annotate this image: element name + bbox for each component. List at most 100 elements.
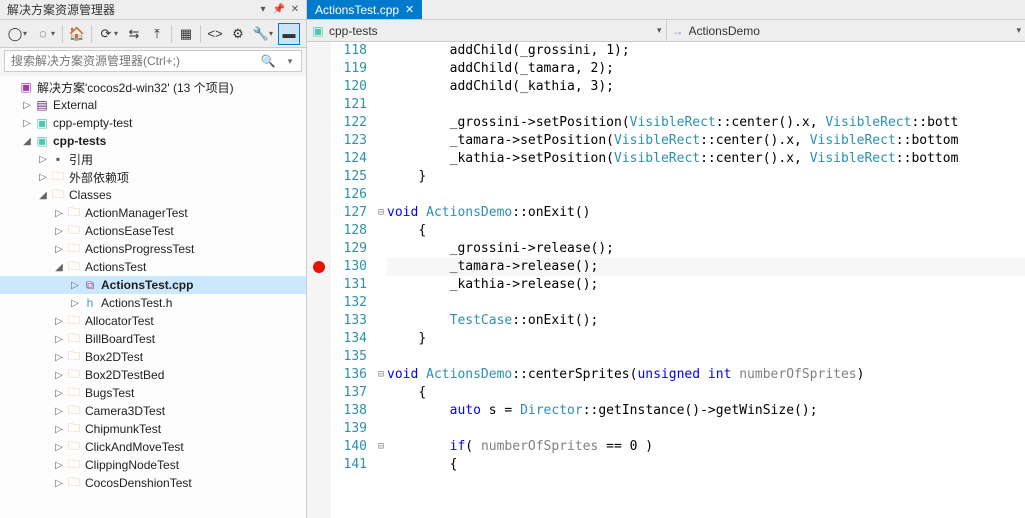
expander-icon[interactable]: ▷ (52, 226, 66, 237)
close-tab-icon[interactable]: ✕ (405, 3, 414, 16)
folder-icon: 🗀 (66, 349, 82, 365)
nav-scope-dropdown[interactable]: ▣ cpp-tests ▾ (307, 20, 667, 41)
expander-icon[interactable]: ▷ (52, 208, 66, 219)
expander-icon[interactable]: ▷ (52, 244, 66, 255)
folder-icon: 🗀 (66, 421, 82, 437)
breakpoint-icon[interactable] (313, 261, 325, 273)
file-actions-cpp[interactable]: ▷⧉ActionsTest.cpp (0, 276, 306, 294)
expander-icon[interactable]: ▷ (52, 424, 66, 435)
expander-icon[interactable]: ▷ (36, 172, 50, 183)
line-number-gutter: 1181191201211221231241251261271281291301… (331, 42, 375, 518)
tree-label: External (53, 98, 97, 112)
expander-icon[interactable]: ▷ (20, 100, 34, 111)
folder-BugsTest[interactable]: ▷🗀BugsTest (0, 384, 306, 402)
folder-Box2DTest[interactable]: ▷🗀Box2DTest (0, 348, 306, 366)
folder-ActionsEaseTest[interactable]: ▷🗀ActionsEaseTest (0, 222, 306, 240)
expander-icon[interactable]: ▷ (52, 442, 66, 453)
collapse-button[interactable]: ⤒ (146, 23, 168, 45)
show-all-button[interactable]: ▦ (175, 23, 197, 45)
nav-bar: ▣ cpp-tests ▾ → ActionsDemo ▾ (307, 20, 1025, 42)
project-empty[interactable]: ▷▣cpp-empty-test (0, 114, 306, 132)
search-input[interactable] (5, 51, 257, 71)
folder-ActionsProgressTest[interactable]: ▷🗀ActionsProgressTest (0, 240, 306, 258)
folder-icon: 🗀 (66, 475, 82, 491)
folder-ClippingNodeTest[interactable]: ▷🗀ClippingNodeTest (0, 456, 306, 474)
tab-actions-test[interactable]: ActionsTest.cpp ✕ (307, 0, 422, 19)
expander-icon[interactable]: ▷ (52, 388, 66, 399)
solution-tree[interactable]: ▣解决方案'cocos2d-win32' (13 个项目)▷▤External▷… (0, 76, 306, 518)
extdep-node[interactable]: ▷🗀外部依赖项 (0, 168, 306, 186)
fwd-dropdown[interactable]: ▾ (51, 29, 59, 38)
refresh-dd[interactable]: ▾ (114, 29, 122, 38)
expander-icon[interactable]: ▷ (68, 298, 82, 309)
folder-Box2DTestBed[interactable]: ▷🗀Box2DTestBed (0, 366, 306, 384)
mode-button[interactable]: ▬ (278, 23, 300, 45)
close-panel-icon[interactable]: ✕ (288, 3, 302, 17)
expander-icon[interactable]: ◢ (20, 136, 34, 147)
properties-button[interactable]: <> (204, 23, 226, 45)
preview-button[interactable]: ⚙ (227, 23, 249, 45)
cpp-icon: ⧉ (82, 277, 98, 293)
external-node[interactable]: ▷▤External (0, 96, 306, 114)
home-button[interactable]: 🏠 (66, 23, 88, 45)
expander-icon[interactable]: ◢ (36, 190, 50, 201)
tree-label: ChipmunkTest (85, 422, 161, 436)
tree-label: ClippingNodeTest (85, 458, 179, 472)
solution-explorer-panel: 解决方案资源管理器 ▾ 📌 ✕ ◯▾ ◌▾ 🏠 ⟳▾ ⇆ ⤒ ▦ <> ⚙ 🔧▾… (0, 0, 307, 518)
folder-AllocatorTest[interactable]: ▷🗀AllocatorTest (0, 312, 306, 330)
folder-ChipmunkTest[interactable]: ▷🗀ChipmunkTest (0, 420, 306, 438)
expander-icon[interactable]: ◢ (52, 262, 66, 273)
panel-toolbar: ◯▾ ◌▾ 🏠 ⟳▾ ⇆ ⤒ ▦ <> ⚙ 🔧▾ ▬ (0, 20, 306, 48)
tree-label: Camera3DTest (85, 404, 165, 418)
folder-Camera3DTest[interactable]: ▷🗀Camera3DTest (0, 402, 306, 420)
folder-icon: 🗀 (66, 385, 82, 401)
folder-icon: 🗀 (66, 259, 82, 275)
expander-icon[interactable]: ▷ (52, 478, 66, 489)
panel-menu-icon[interactable]: ▾ (256, 3, 270, 17)
folder-ClickAndMoveTest[interactable]: ▷🗀ClickAndMoveTest (0, 438, 306, 456)
nav-member-dropdown[interactable]: → ActionsDemo ▾ (667, 20, 1025, 41)
folder-ActionsTest[interactable]: ◢🗀ActionsTest (0, 258, 306, 276)
code-editor[interactable]: 1181191201211221231241251261271281291301… (307, 42, 1025, 518)
folder-icon: 🗀 (66, 205, 82, 221)
expander-icon[interactable]: ▷ (52, 460, 66, 471)
folder-ActionManagerTest[interactable]: ▷🗀ActionManagerTest (0, 204, 306, 222)
tree-label: ActionsProgressTest (85, 242, 194, 256)
project-tests[interactable]: ◢▣cpp-tests (0, 132, 306, 150)
tree-label: ActionsEaseTest (85, 224, 174, 238)
outline-gutter[interactable]: ⊟⊟⊟ (375, 42, 387, 518)
solution-node[interactable]: ▣解决方案'cocos2d-win32' (13 个项目) (0, 78, 306, 96)
expander-icon[interactable]: ▷ (20, 118, 34, 129)
tab-bar: ActionsTest.cpp ✕ (307, 0, 1025, 20)
ext-icon: ▤ (34, 97, 50, 113)
search-dd-icon[interactable]: ▾ (279, 51, 301, 71)
file-actions-h[interactable]: ▷hActionsTest.h (0, 294, 306, 312)
search-icon[interactable]: 🔍 (257, 51, 279, 71)
folder-icon: 🗀 (66, 241, 82, 257)
references-node[interactable]: ▷▪引用 (0, 150, 306, 168)
expander-icon[interactable]: ▷ (52, 316, 66, 327)
folder-CocosDenshionTest[interactable]: ▷🗀CocosDenshionTest (0, 474, 306, 492)
chevron-down-icon: ▾ (657, 25, 662, 36)
pin-icon[interactable]: 📌 (272, 3, 286, 17)
tree-label: ActionManagerTest (85, 206, 188, 220)
tree-label: ActionsTest (85, 260, 146, 274)
folder-icon: 🗀 (66, 313, 82, 329)
tree-label: ActionsTest.cpp (101, 278, 193, 292)
expander-icon[interactable]: ▷ (52, 352, 66, 363)
editor-panel: ActionsTest.cpp ✕ ▣ cpp-tests ▾ → Action… (307, 0, 1025, 518)
expander-icon[interactable]: ▷ (52, 370, 66, 381)
sync-button[interactable]: ⇆ (123, 23, 145, 45)
tree-label: ClickAndMoveTest (85, 440, 184, 454)
wrench-dd[interactable]: ▾ (269, 29, 277, 38)
tree-label: BillBoardTest (85, 332, 155, 346)
breakpoint-gutter[interactable] (307, 42, 331, 518)
expander-icon[interactable]: ▷ (52, 406, 66, 417)
code-area[interactable]: addChild(_grossini, 1); addChild(_tamara… (387, 42, 1025, 518)
expander-icon[interactable]: ▷ (52, 334, 66, 345)
folder-BillBoardTest[interactable]: ▷🗀BillBoardTest (0, 330, 306, 348)
expander-icon[interactable]: ▷ (36, 154, 50, 165)
back-dropdown[interactable]: ▾ (23, 29, 31, 38)
classes-folder[interactable]: ◢🗀Classes (0, 186, 306, 204)
expander-icon[interactable]: ▷ (68, 280, 82, 291)
